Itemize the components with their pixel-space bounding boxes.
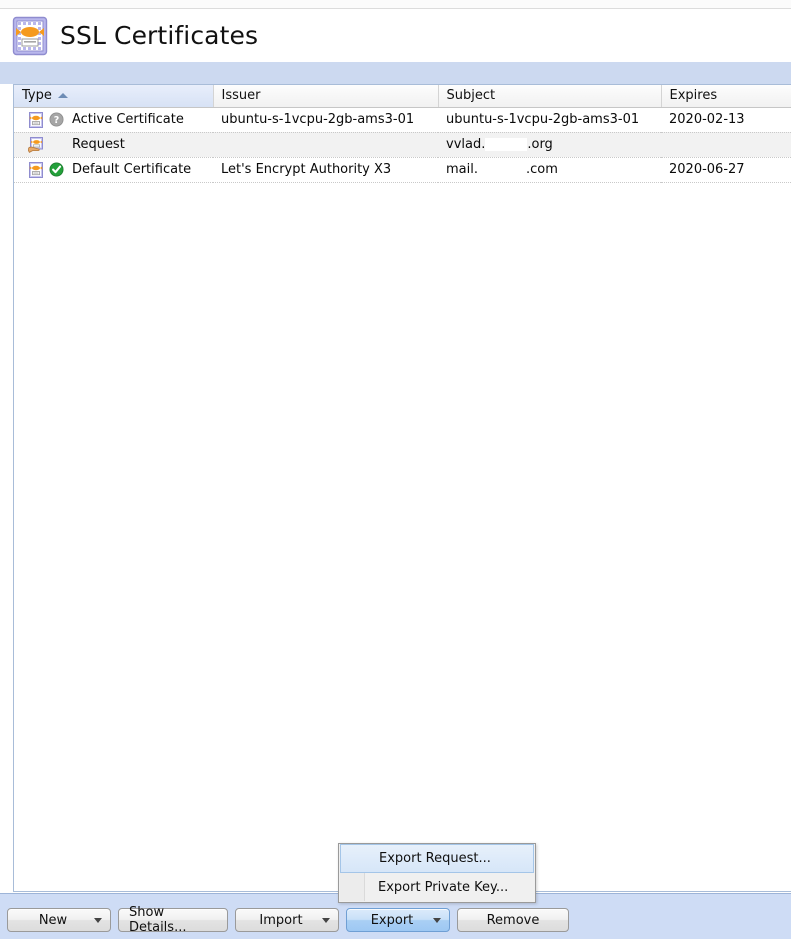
redacted-block <box>478 163 526 176</box>
table-header-row: Type Issuer Subject Expires <box>14 85 791 108</box>
page-title: SSL Certificates <box>60 21 259 50</box>
cell-type: Request <box>14 132 213 158</box>
window-top-divider <box>0 0 791 9</box>
cell-issuer: Let's Encrypt Authority X3 <box>213 157 438 183</box>
chevron-down-icon[interactable] <box>94 918 102 923</box>
certificate-icon <box>12 16 48 56</box>
cell-type-label: Request <box>72 137 125 152</box>
cell-type: Default Certificate <box>14 157 213 183</box>
column-header-expires[interactable]: Expires <box>661 85 791 108</box>
column-header-type[interactable]: Type <box>14 85 214 108</box>
column-header-expires-label: Expires <box>669 88 718 104</box>
new-button-label: New <box>38 912 68 928</box>
certificate-request-icon <box>28 136 44 153</box>
chevron-down-icon[interactable] <box>322 918 330 923</box>
cell-type-label: Default Certificate <box>72 162 192 177</box>
column-header-type-label: Type <box>22 88 52 104</box>
cell-subject: ubuntu-s-1vcpu-2gb-ams3-01 <box>438 107 661 133</box>
export-button[interactable]: Export <box>346 908 450 932</box>
column-header-subject[interactable]: Subject <box>438 85 662 108</box>
cell-issuer: ubuntu-s-1vcpu-2gb-ams3-01 <box>213 107 438 133</box>
chevron-down-icon[interactable] <box>433 918 441 923</box>
table-row[interactable]: Request vvlad. .org <box>14 132 791 158</box>
menu-item-export-request-label: Export Request... <box>379 851 491 866</box>
column-header-issuer-label: Issuer <box>221 88 261 104</box>
menu-item-export-private-key[interactable]: Export Private Key... <box>339 873 535 902</box>
toolbar-band <box>0 62 791 84</box>
remove-button[interactable]: Remove <box>457 908 569 932</box>
table-row[interactable]: ? Active Certificate ubuntu-s-1vcpu-2gb-… <box>14 107 791 133</box>
sort-ascending-icon <box>57 92 68 98</box>
page-header: SSL Certificates <box>0 9 791 62</box>
remove-button-label: Remove <box>486 912 540 928</box>
cell-expires <box>661 132 791 158</box>
redacted-block <box>485 138 528 151</box>
column-header-subject-label: Subject <box>446 88 496 104</box>
export-dropdown-menu: Export Request... Export Private Key... <box>338 843 536 903</box>
table-row[interactable]: Default Certificate Let's Encrypt Author… <box>14 157 791 183</box>
cell-subject: vvlad. .org <box>438 132 661 158</box>
cell-subject-prefix: mail. <box>446 162 478 177</box>
cell-type: ? Active Certificate <box>14 107 213 133</box>
svg-text:?: ? <box>54 115 60 126</box>
menu-item-export-request[interactable]: Export Request... <box>340 844 534 873</box>
badge-spacer <box>49 137 64 152</box>
cell-expires: 2020-02-13 <box>661 107 791 133</box>
certificate-icon <box>28 111 44 128</box>
menu-item-export-private-key-label: Export Private Key... <box>378 880 509 895</box>
cell-subject-prefix: ubuntu-s-1vcpu-2gb-ams3-01 <box>446 112 640 127</box>
cell-subject-suffix: .org <box>527 137 553 152</box>
cell-subject-prefix: vvlad. <box>446 137 486 152</box>
question-mark-badge-icon: ? <box>49 112 64 127</box>
cell-expires: 2020-06-27 <box>661 157 791 183</box>
column-header-issuer[interactable]: Issuer <box>213 85 439 108</box>
export-button-label: Export <box>370 912 414 928</box>
import-button[interactable]: Import <box>235 908 339 932</box>
cell-subject: mail. .com <box>438 157 661 183</box>
new-button[interactable]: New <box>7 908 111 932</box>
import-button-label: Import <box>259 912 303 928</box>
certificate-icon <box>28 161 44 178</box>
show-details-button-label: Show Details... <box>129 905 187 935</box>
certificates-table: Type Issuer Subject Expires ? Active Cer… <box>13 84 791 892</box>
cell-issuer <box>213 132 438 158</box>
green-check-badge-icon <box>49 162 64 177</box>
show-details-button[interactable]: Show Details... <box>118 905 228 935</box>
cell-subject-suffix: .com <box>526 162 558 177</box>
cell-type-label: Active Certificate <box>72 112 184 127</box>
